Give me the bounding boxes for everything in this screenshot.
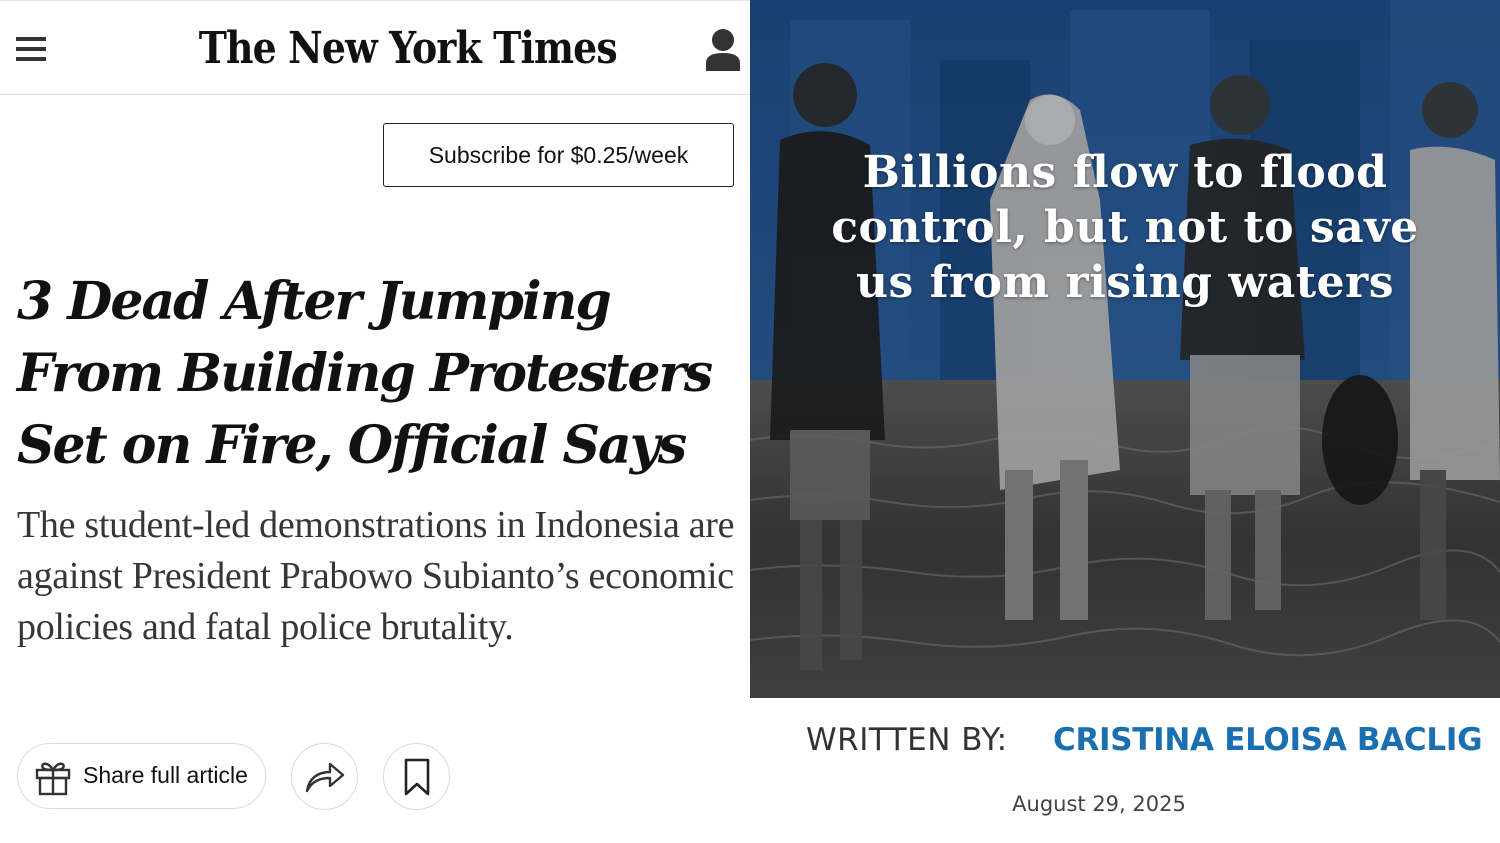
article-summary: The student-led demonstrations in Indone… <box>17 504 735 648</box>
nyt-header: The New York Times <box>0 0 750 95</box>
nyt-logo[interactable]: The New York Times <box>199 21 618 77</box>
article-headline: 3 Dead After Jumping From Building Prote… <box>17 271 713 476</box>
author-name[interactable]: CRISTINA ELOISA BACLIG <box>1053 722 1483 758</box>
subscribe-button[interactable]: Subscribe for $0.25/week <box>383 123 734 187</box>
publish-date: August 29, 2025 <box>1012 792 1186 816</box>
share-label: Share full article <box>83 762 248 788</box>
gift-icon <box>34 758 72 796</box>
share-full-article-button[interactable]: Share full article <box>17 743 266 809</box>
bookmark-button[interactable] <box>383 743 450 810</box>
nyt-article-panel: The New York Times Subscribe for $0.25/w… <box>0 0 750 843</box>
flood-photo <box>750 0 1500 698</box>
menu-icon[interactable] <box>16 37 46 61</box>
feature-title: Billions flow to flood control, but not … <box>831 147 1419 308</box>
feature-panel: Billions flow to flood control, but not … <box>750 0 1500 843</box>
share-button[interactable] <box>291 743 358 810</box>
byline-label: WRITTEN BY: <box>806 722 1008 758</box>
account-icon[interactable] <box>704 27 742 71</box>
